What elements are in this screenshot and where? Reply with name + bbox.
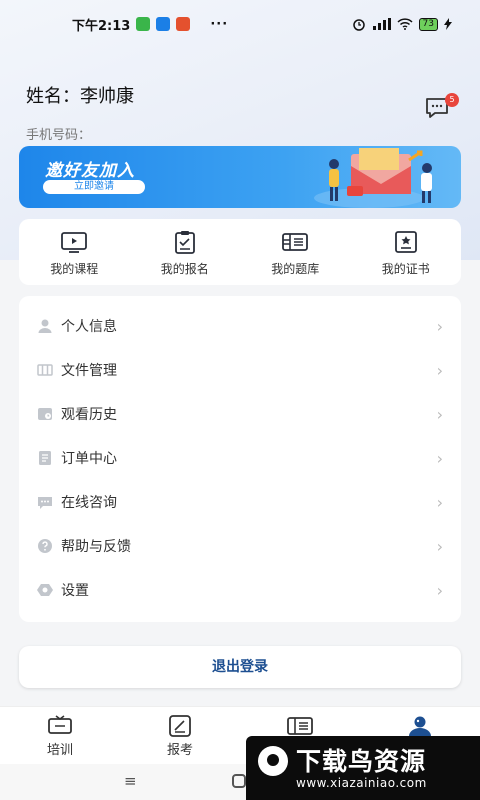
exam-apply-icon (169, 715, 191, 737)
chevron-right-icon: › (436, 360, 443, 380)
person-icon (37, 318, 53, 334)
home-icon[interactable] (232, 774, 246, 788)
menu-item-label: 订单中心 (61, 451, 117, 467)
name-row: 姓名：李帅康 (26, 82, 134, 108)
question-bank-icon (282, 233, 309, 251)
my-certificates-button[interactable]: 我的证书 (351, 219, 462, 285)
watermark-url: www.xiazainiao.com (296, 776, 427, 790)
status-bar: 下午2:13 ··· 73 (0, 0, 480, 48)
watermark-logo (258, 746, 288, 776)
alarm-icon (352, 19, 365, 31)
menu-item-help-feedback[interactable]: 帮助与反馈 › (19, 524, 461, 568)
tab-training[interactable]: 培训 (0, 707, 120, 764)
logout-button[interactable]: 退出登录 (19, 646, 461, 688)
app-notification-icon (136, 17, 151, 31)
name-label: 姓名： (26, 86, 80, 107)
banner-title: 邀好友加入 (45, 161, 135, 181)
menu-item-label: 文件管理 (61, 363, 117, 379)
help-icon (37, 538, 53, 554)
clipboard-icon (174, 231, 195, 254)
profile-icon (409, 716, 431, 736)
menu-item-personal-info[interactable]: 个人信息 › (19, 304, 461, 348)
my-registrations-button[interactable]: 我的报名 (130, 219, 241, 285)
chevron-right-icon: › (436, 404, 443, 424)
settings-menu-card: 个人信息 › 文件管理 › 观看历史 › 订单中心 › 在线咨询 › 帮助与反馈… (19, 296, 461, 622)
app-notification-icon (176, 17, 191, 31)
question-bank-icon (287, 717, 313, 735)
watermark: 下载鸟资源 www.xiazainiao.com (246, 736, 480, 800)
user-name: 李帅康 (80, 86, 134, 107)
status-time: 下午2:13 (72, 18, 131, 34)
profile-info: 姓名：李帅康 手机号码： (26, 82, 134, 143)
folder-icon (37, 362, 53, 378)
quick-action-label: 我的报名 (160, 262, 209, 276)
menu-item-label: 个人信息 (61, 319, 117, 335)
menu-item-label: 观看历史 (61, 407, 117, 423)
tab-label: 培训 (46, 743, 73, 758)
wifi-icon (397, 18, 413, 30)
phone-label: 手机号码： (26, 128, 92, 143)
training-icon (48, 715, 72, 734)
app-notification-icon (156, 17, 171, 31)
invite-banner[interactable]: 邀好友加入 立即邀请 (19, 146, 461, 208)
menu-item-label: 帮助与反馈 (61, 539, 131, 555)
signal-icon (372, 18, 391, 30)
tv-play-icon (61, 232, 88, 253)
quick-action-label: 我的课程 (50, 262, 99, 276)
chat-icon (37, 494, 53, 510)
my-courses-button[interactable]: 我的课程 (19, 219, 130, 285)
menu-item-order-center[interactable]: 订单中心 › (19, 436, 461, 480)
message-badge: 5 (445, 93, 459, 107)
quick-action-label: 我的证书 (381, 262, 430, 276)
settings-icon (37, 582, 53, 598)
menu-icon[interactable]: ≡ (124, 772, 137, 790)
chevron-right-icon: › (436, 448, 443, 468)
banner-illustration (314, 148, 432, 208)
menu-item-file-management[interactable]: 文件管理 › (19, 348, 461, 392)
menu-item-watch-history[interactable]: 观看历史 › (19, 392, 461, 436)
menu-item-label: 设置 (61, 583, 89, 599)
chevron-right-icon: › (436, 316, 443, 336)
watermark-title: 下载鸟资源 (296, 747, 427, 776)
chevron-right-icon: › (436, 536, 443, 556)
menu-item-label: 在线咨询 (61, 495, 117, 511)
menu-item-online-consult[interactable]: 在线咨询 › (19, 480, 461, 524)
my-question-bank-button[interactable]: 我的题库 (240, 219, 351, 285)
order-icon (37, 450, 53, 466)
history-icon (37, 406, 53, 422)
tab-label: 报考 (166, 743, 193, 758)
quick-action-label: 我的题库 (271, 262, 320, 276)
chevron-right-icon: › (436, 492, 443, 512)
menu-item-settings[interactable]: 设置 › (19, 568, 461, 612)
battery-indicator: 73 (418, 17, 438, 31)
invite-now-button[interactable]: 立即邀请 (43, 180, 145, 194)
more-notifications: ··· (210, 16, 229, 32)
certificate-icon (394, 231, 417, 253)
charging-icon (444, 18, 452, 30)
quick-actions-card: 我的课程 我的报名 我的题库 我的证书 (19, 219, 461, 285)
tab-exam-apply[interactable]: 报考 (120, 707, 240, 764)
chevron-right-icon: › (436, 580, 443, 600)
